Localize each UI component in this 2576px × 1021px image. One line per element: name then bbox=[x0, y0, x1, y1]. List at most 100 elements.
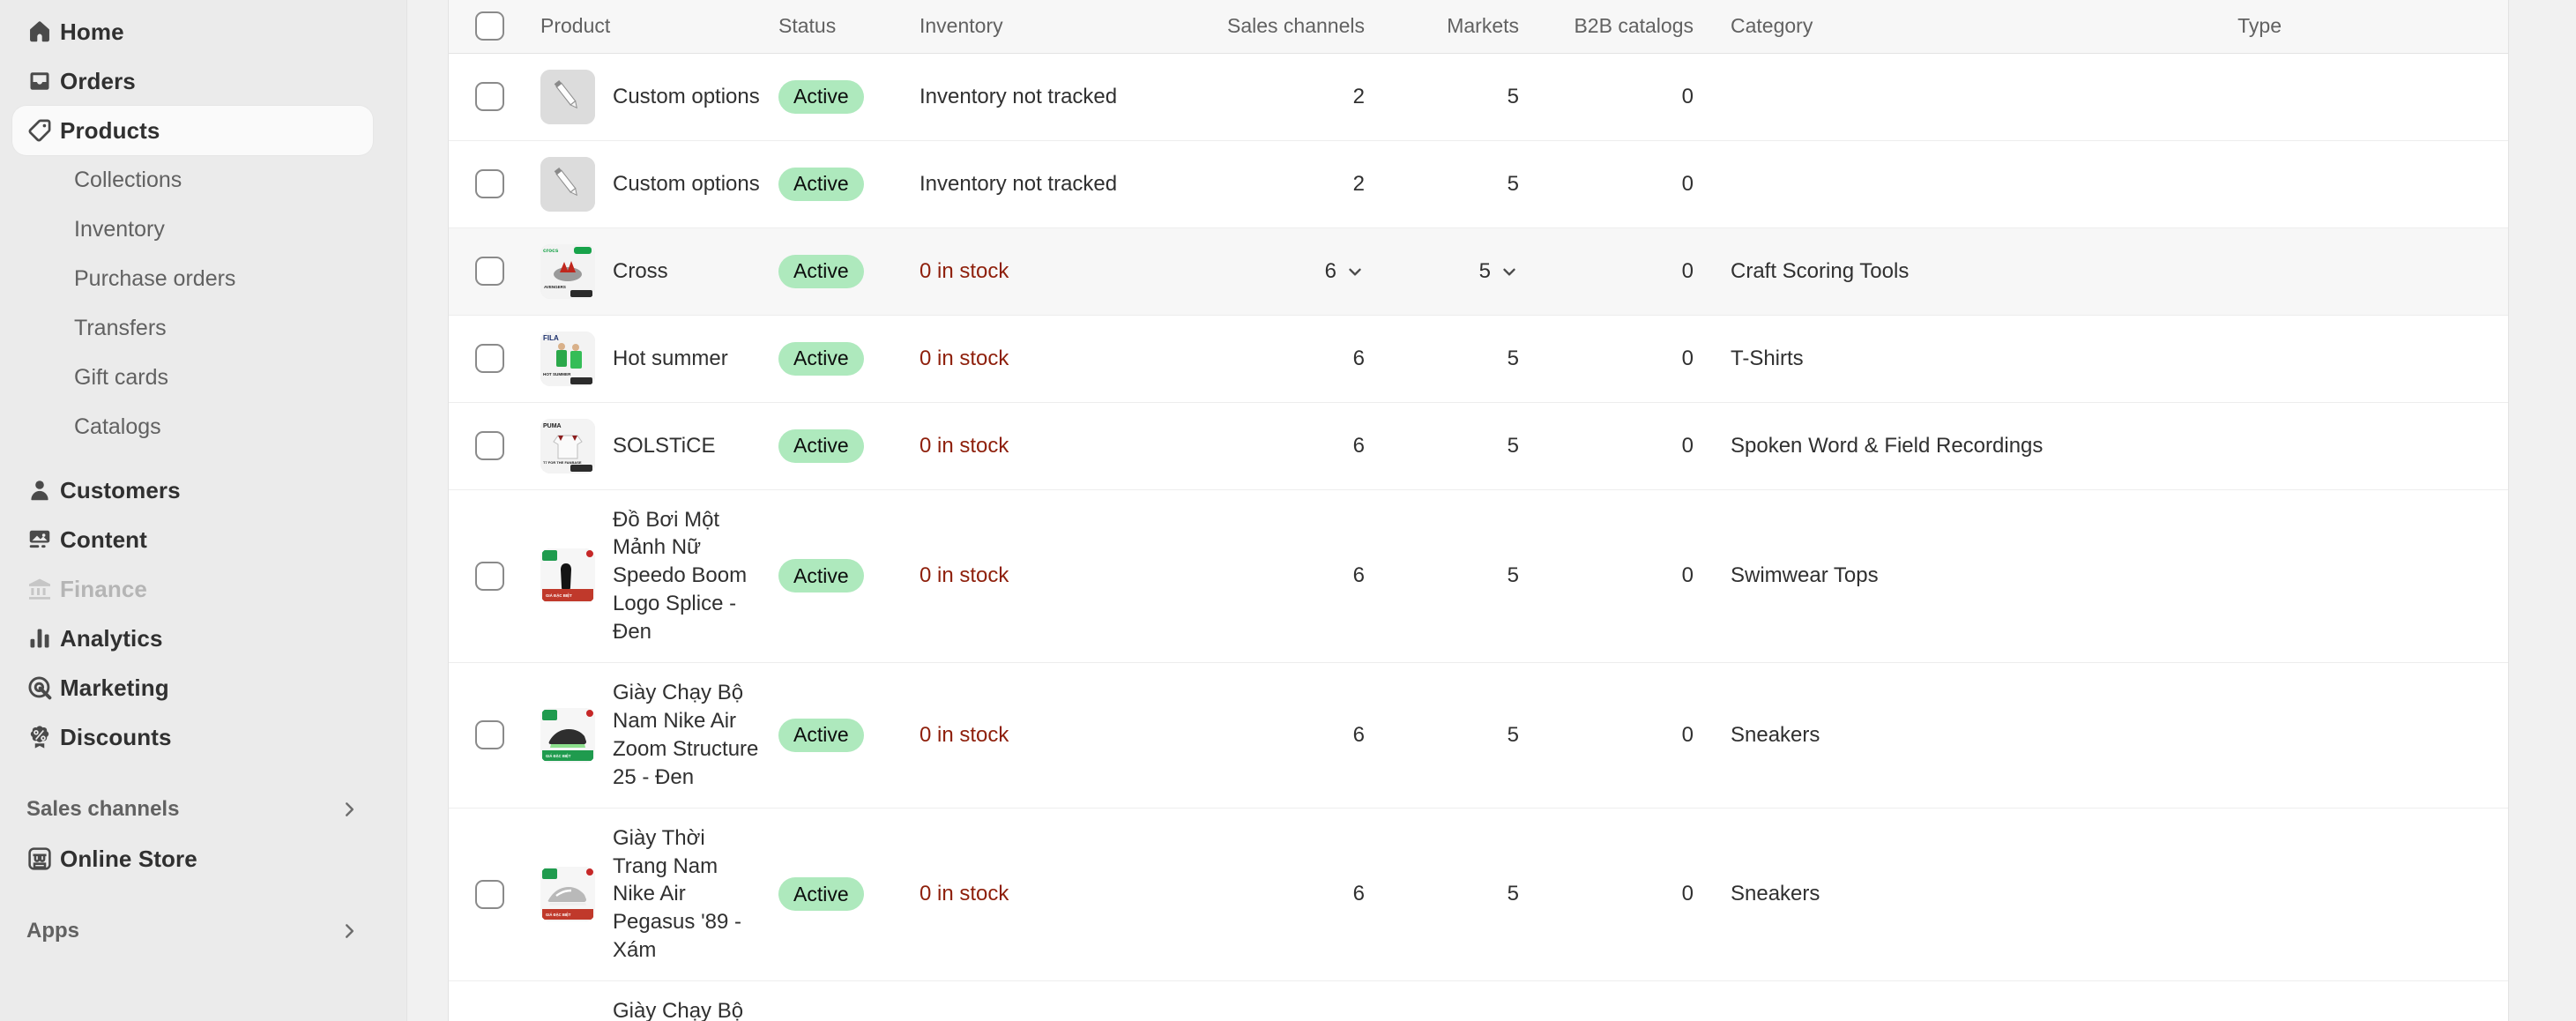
sales-channels-cell[interactable]: 6 bbox=[1171, 227, 1374, 315]
column-header-category[interactable]: Category bbox=[1731, 0, 2132, 54]
inventory-cell: 0 in stock bbox=[919, 663, 1171, 809]
sales-channels-cell[interactable]: 6 bbox=[1171, 315, 1374, 402]
select-all-checkbox[interactable] bbox=[475, 11, 504, 41]
row-checkbox[interactable] bbox=[475, 720, 504, 750]
markets-cell[interactable]: 5 bbox=[1374, 53, 1528, 140]
column-header-markets[interactable]: Markets bbox=[1374, 0, 1528, 54]
sales-channels-cell[interactable]: 6 bbox=[1171, 981, 1374, 1021]
svg-text:GIÁ ĐẶC BIỆT: GIÁ ĐẶC BIỆT bbox=[546, 754, 571, 758]
product-cell[interactable]: Custom options bbox=[540, 53, 778, 140]
sidebar-subitem-purchase-orders[interactable]: Purchase orders bbox=[12, 254, 373, 303]
b2b-catalogs-value: 0 bbox=[1681, 346, 1694, 370]
sidebar-item-orders[interactable]: Orders bbox=[12, 56, 373, 106]
sidebar-subitem-gift-cards[interactable]: Gift cards bbox=[12, 353, 373, 402]
sales-channels-cell[interactable]: 6 bbox=[1171, 663, 1374, 809]
table-header: Product Status Inventory Sales channels … bbox=[449, 0, 2576, 54]
sidebar-item-products[interactable]: Products bbox=[12, 106, 373, 155]
product-name[interactable]: Giày Chạy Bộ Nam Adidas Duramo Speed - X… bbox=[613, 997, 764, 1021]
product-cell[interactable]: crocs AVENGERS Cross bbox=[540, 227, 778, 315]
sidebar-item-online-store[interactable]: Online Store bbox=[12, 834, 373, 883]
row-checkbox[interactable] bbox=[475, 82, 504, 111]
sidebar-section-sales-channels[interactable]: Sales channels bbox=[12, 785, 373, 834]
sidebar-section-apps[interactable]: Apps bbox=[12, 906, 373, 956]
sidebar-item-home[interactable]: Home bbox=[12, 7, 373, 56]
type-cell bbox=[2132, 402, 2282, 489]
sales-channels-value: 6 bbox=[1352, 722, 1365, 747]
table-row[interactable]: FILA HOT SUMMER Hot summer Active 0 in stock… bbox=[449, 315, 2576, 402]
row-checkbox[interactable] bbox=[475, 169, 504, 198]
product-cell[interactable]: PUMA T7 FOR THE FANBASE SOLSTiCE bbox=[540, 402, 778, 489]
table-row[interactable]: PUMA T7 FOR THE FANBASE SOLSTiCE Active 0 in… bbox=[449, 402, 2576, 489]
markets-cell[interactable]: 5 bbox=[1374, 489, 1528, 663]
markets-cell[interactable]: 5 bbox=[1374, 315, 1528, 402]
chevron-down-icon[interactable] bbox=[1500, 262, 1519, 281]
table-row[interactable]: crocs AVENGERS Cross Active 0 in stock 6 5 0 Cra… bbox=[449, 227, 2576, 315]
column-header-status[interactable]: Status bbox=[778, 0, 919, 54]
vendor-value: tiger- bbox=[2528, 171, 2576, 196]
markets-cell[interactable]: 5 bbox=[1374, 808, 1528, 981]
sidebar-subitem-inventory[interactable]: Inventory bbox=[12, 205, 373, 254]
column-header-vendor[interactable]: Vendor bbox=[2282, 0, 2576, 54]
sidebar-subitem-catalogs[interactable]: Catalogs bbox=[12, 402, 373, 451]
sidebar-item-content[interactable]: Content bbox=[12, 515, 373, 564]
sidebar-subitem-transfers[interactable]: Transfers bbox=[12, 303, 373, 353]
product-cell[interactable]: GIÁ ĐẶC BIỆT Giày Chạy Bộ Nam Nike Air Zo… bbox=[540, 663, 778, 809]
table-row[interactable]: Custom options Active Inventory not tracke… bbox=[449, 53, 2576, 140]
sales-channels-cell[interactable]: 6 bbox=[1171, 489, 1374, 663]
sidebar-item-customers[interactable]: Customers bbox=[12, 466, 373, 515]
table-row[interactable]: GIÁ ĐẶC BIỆTGiày Chạy Bộ Nam Adidas Dura… bbox=[449, 981, 2576, 1021]
svg-text:GIÁ ĐẶC BIỆT: GIÁ ĐẶC BIỆT bbox=[546, 593, 572, 598]
markets-cell[interactable]: 5 bbox=[1374, 402, 1528, 489]
chevron-down-icon[interactable] bbox=[1345, 262, 1365, 281]
vendor-cell: Fitfor bbox=[2282, 489, 2576, 663]
product-cell[interactable]: GIÁ ĐẶC BIỆTGiày Chạy Bộ Nam Adidas Dura… bbox=[540, 981, 778, 1021]
product-name[interactable]: Đồ Bơi Một Mảnh Nữ Speedo Boom Logo Spli… bbox=[613, 506, 764, 647]
row-checkbox[interactable] bbox=[475, 561, 504, 591]
product-cell[interactable]: GIÁ ĐẶC BIỆT Đồ Bơi Một Mảnh Nữ Speedo Bo… bbox=[540, 489, 778, 663]
row-checkbox[interactable] bbox=[475, 257, 504, 286]
table-row[interactable]: GIÁ ĐẶC BIỆT Giày Chạy Bộ Nam Nike Air Zo… bbox=[449, 663, 2576, 809]
sidebar-item-marketing[interactable]: Marketing bbox=[12, 663, 373, 712]
markets-cell[interactable]: 5 bbox=[1374, 981, 1528, 1021]
vendor-value: Fitfor bbox=[2528, 882, 2576, 906]
column-header-inventory[interactable]: Inventory bbox=[919, 0, 1171, 54]
svg-text:PUMA: PUMA bbox=[543, 423, 562, 429]
product-name[interactable]: Custom options bbox=[613, 83, 760, 111]
row-checkbox[interactable] bbox=[475, 879, 504, 909]
sidebar-item-analytics[interactable]: Analytics bbox=[12, 614, 373, 663]
markets-cell[interactable]: 5 bbox=[1374, 663, 1528, 809]
column-header-product[interactable]: Product bbox=[540, 0, 778, 54]
row-checkbox[interactable] bbox=[475, 431, 504, 460]
sidebar-item-finance[interactable]: Finance bbox=[12, 564, 373, 614]
product-cell[interactable]: FILA HOT SUMMER Hot summer bbox=[540, 315, 778, 402]
markets-cell[interactable]: 5 bbox=[1374, 140, 1528, 227]
status-cell: Active bbox=[778, 315, 919, 402]
row-checkbox[interactable] bbox=[475, 344, 504, 373]
product-name[interactable]: Hot summer bbox=[613, 345, 728, 373]
inventory-text: 0 in stock bbox=[919, 722, 1009, 747]
product-name[interactable]: Custom options bbox=[613, 170, 760, 198]
product-name[interactable]: Cross bbox=[613, 257, 668, 286]
product-name[interactable]: SOLSTiCE bbox=[613, 432, 715, 460]
product-name[interactable]: Giày Thời Trang Nam Nike Air Pegasus '89… bbox=[613, 824, 764, 965]
table-row[interactable]: GIÁ ĐẶC BIỆT Giày Thời Trang Nam Nike Air… bbox=[449, 808, 2576, 981]
sales-channels-cell[interactable]: 2 bbox=[1171, 53, 1374, 140]
product-cell[interactable]: GIÁ ĐẶC BIỆT Giày Thời Trang Nam Nike Air… bbox=[540, 808, 778, 981]
markets-cell[interactable]: 5 bbox=[1374, 227, 1528, 315]
sidebar-item-discounts[interactable]: Discounts bbox=[12, 712, 373, 762]
sales-channels-cell[interactable]: 6 bbox=[1171, 808, 1374, 981]
column-header-sales-channels[interactable]: Sales channels bbox=[1171, 0, 1374, 54]
product-cell[interactable]: Custom options bbox=[540, 140, 778, 227]
sales-channels-cell[interactable]: 6 bbox=[1171, 402, 1374, 489]
sidebar-subitem-collections[interactable]: Collections bbox=[12, 155, 373, 205]
status-cell: Active bbox=[778, 53, 919, 140]
bar-chart-icon bbox=[26, 625, 60, 652]
column-header-type[interactable]: Type bbox=[2132, 0, 2282, 54]
column-header-b2b-catalogs[interactable]: B2B catalogs bbox=[1528, 0, 1731, 54]
markets-value: 5 bbox=[1507, 346, 1519, 370]
status-badge: Active bbox=[778, 718, 864, 752]
table-row[interactable]: GIÁ ĐẶC BIỆT Đồ Bơi Một Mảnh Nữ Speedo Bo… bbox=[449, 489, 2576, 663]
table-row[interactable]: Custom options Active Inventory not tracke… bbox=[449, 140, 2576, 227]
product-name[interactable]: Giày Chạy Bộ Nam Nike Air Zoom Structure… bbox=[613, 679, 764, 792]
sales-channels-cell[interactable]: 2 bbox=[1171, 140, 1374, 227]
